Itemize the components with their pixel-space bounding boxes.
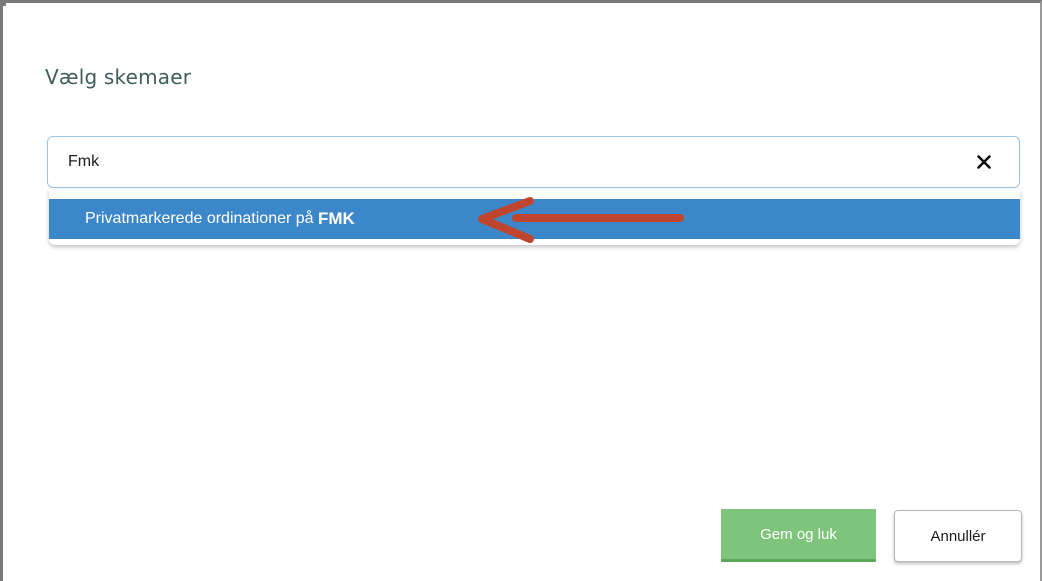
option-match-highlight: FMK: [318, 209, 355, 228]
select-schemas-dialog: Vælg skemaer Privatmarkerede ordinatione…: [0, 0, 1042, 581]
close-icon[interactable]: [973, 149, 995, 175]
search-input[interactable]: [68, 148, 928, 176]
search-field[interactable]: [47, 136, 1020, 188]
dialog-title: Vælg skemaer: [45, 65, 192, 89]
dropdown-option-fmk[interactable]: Privatmarkerede ordinationer på FMK: [49, 199, 1020, 239]
option-label: Privatmarkerede ordinationer på: [85, 210, 319, 227]
search-results-dropdown: Privatmarkerede ordinationer på FMK: [49, 189, 1020, 245]
cancel-button[interactable]: Annullér: [894, 510, 1022, 562]
save-and-close-button[interactable]: Gem og luk: [721, 509, 876, 562]
